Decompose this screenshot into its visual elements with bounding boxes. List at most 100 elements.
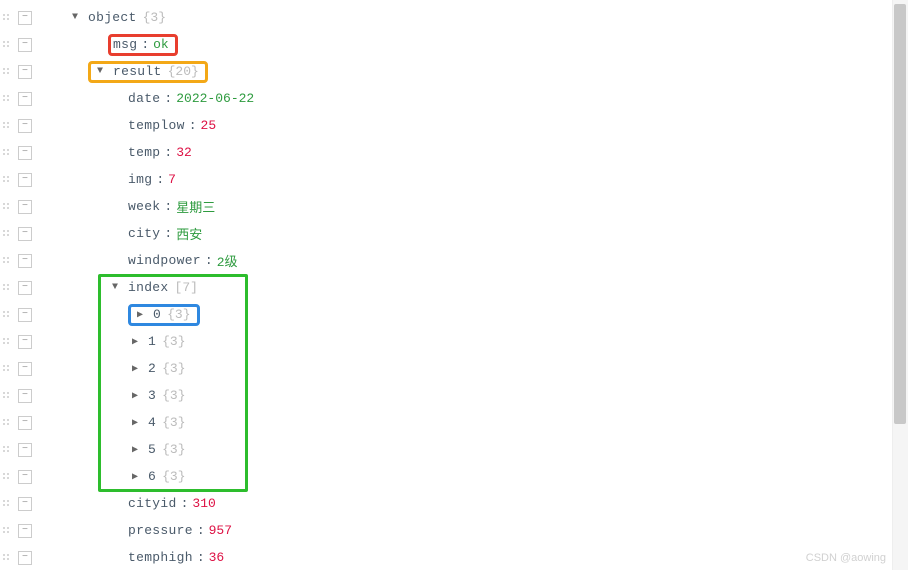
collapse-toggle[interactable]: − xyxy=(18,254,32,268)
collapse-toggle[interactable]: − xyxy=(18,443,32,457)
node-key: city xyxy=(128,226,160,241)
node-key: result xyxy=(113,64,162,79)
node-value: 2022-06-22 xyxy=(176,91,254,106)
watermark: CSDN @aowing xyxy=(806,552,886,564)
drag-handle-icon[interactable] xyxy=(0,551,14,565)
node-meta: {3} xyxy=(162,388,185,403)
drag-handle-icon[interactable] xyxy=(0,335,14,349)
node-value: 西安 xyxy=(176,224,202,243)
tree-row-root: − ▼ object {3} xyxy=(0,4,908,31)
collapse-toggle[interactable]: − xyxy=(18,200,32,214)
collapse-toggle[interactable]: − xyxy=(18,470,32,484)
collapse-toggle[interactable]: − xyxy=(18,227,32,241)
drag-handle-icon[interactable] xyxy=(0,281,14,295)
collapse-toggle[interactable]: − xyxy=(18,497,32,511)
collapse-toggle[interactable]: − xyxy=(18,335,32,349)
node-value: 2级 xyxy=(217,251,238,270)
tree-row-field: −cityid:310 xyxy=(0,490,908,517)
chevron-right-icon[interactable]: ▶ xyxy=(128,363,142,375)
drag-handle-icon[interactable] xyxy=(0,65,14,79)
node-meta: {3} xyxy=(162,334,185,349)
drag-handle-icon[interactable] xyxy=(0,308,14,322)
drag-handle-icon[interactable] xyxy=(0,11,14,25)
drag-handle-icon[interactable] xyxy=(0,389,14,403)
node-value: ok xyxy=(153,37,169,52)
drag-handle-icon[interactable] xyxy=(0,38,14,52)
chevron-down-icon[interactable]: ▼ xyxy=(108,282,122,293)
chevron-right-icon[interactable]: ▶ xyxy=(128,444,142,456)
tree-row-field: −windpower:2级 xyxy=(0,247,908,274)
scrollbar-thumb[interactable] xyxy=(894,4,906,424)
tree-row-field: −date:2022-06-22 xyxy=(0,85,908,112)
tree-row-field: −city:西安 xyxy=(0,220,908,247)
tree-row-field: −pressure:957 xyxy=(0,517,908,544)
drag-handle-icon[interactable] xyxy=(0,362,14,376)
drag-handle-icon[interactable] xyxy=(0,416,14,430)
node-key: index xyxy=(128,280,169,295)
node-meta: {20} xyxy=(168,64,199,79)
collapse-toggle[interactable]: − xyxy=(18,308,32,322)
chevron-right-icon[interactable]: ▶ xyxy=(128,390,142,402)
collapse-toggle[interactable]: − xyxy=(18,389,32,403)
node-value: 957 xyxy=(209,523,232,538)
tree-row-index: − ▼ index [7] xyxy=(0,274,908,301)
node-value: 星期三 xyxy=(176,197,215,216)
tree-row-field: −week:星期三 xyxy=(0,193,908,220)
drag-handle-icon[interactable] xyxy=(0,524,14,538)
node-value: 36 xyxy=(209,550,225,565)
collapse-toggle[interactable]: − xyxy=(18,65,32,79)
node-key: 3 xyxy=(148,388,156,403)
node-meta: {3} xyxy=(167,307,190,322)
tree-row-field: −temphigh:36 xyxy=(0,544,908,570)
collapse-toggle[interactable]: − xyxy=(18,146,32,160)
drag-handle-icon[interactable] xyxy=(0,119,14,133)
drag-handle-icon[interactable] xyxy=(0,200,14,214)
tree-row-index-item: −▶6{3} xyxy=(0,463,908,490)
scrollbar[interactable] xyxy=(892,0,908,570)
drag-handle-icon[interactable] xyxy=(0,470,14,484)
collapse-toggle[interactable]: − xyxy=(18,38,32,52)
drag-handle-icon[interactable] xyxy=(0,146,14,160)
chevron-right-icon[interactable]: ▶ xyxy=(128,471,142,483)
collapse-toggle[interactable]: − xyxy=(18,551,32,565)
collapse-toggle[interactable]: − xyxy=(18,524,32,538)
collapse-toggle[interactable]: − xyxy=(18,119,32,133)
tree-row-index-item: −▶2{3} xyxy=(0,355,908,382)
collapse-toggle[interactable]: − xyxy=(18,11,32,25)
tree-row-field: −temp:32 xyxy=(0,139,908,166)
chevron-down-icon[interactable]: ▼ xyxy=(68,12,82,23)
chevron-right-icon[interactable]: ▶ xyxy=(128,417,142,429)
chevron-right-icon[interactable]: ▶ xyxy=(128,336,142,348)
tree-row-index-item: −▶0{3} xyxy=(0,301,908,328)
node-value: 7 xyxy=(168,172,176,187)
node-value: 32 xyxy=(176,145,192,160)
tree-row-field: −img:7 xyxy=(0,166,908,193)
node-meta: {3} xyxy=(162,469,185,484)
drag-handle-icon[interactable] xyxy=(0,443,14,457)
collapse-toggle[interactable]: − xyxy=(18,281,32,295)
json-tree: − ▼ object {3} − msg : ok − xyxy=(0,0,908,570)
node-meta: {3} xyxy=(143,10,166,25)
tree-row-result: − ▼ result {20} xyxy=(0,58,908,85)
drag-handle-icon[interactable] xyxy=(0,173,14,187)
drag-handle-icon[interactable] xyxy=(0,497,14,511)
collapse-toggle[interactable]: − xyxy=(18,416,32,430)
collapse-toggle[interactable]: − xyxy=(18,92,32,106)
node-key: date xyxy=(128,91,160,106)
drag-handle-icon[interactable] xyxy=(0,254,14,268)
node-key: week xyxy=(128,199,160,214)
drag-handle-icon[interactable] xyxy=(0,92,14,106)
node-meta: {3} xyxy=(162,361,185,376)
tree-row-field: −templow:25 xyxy=(0,112,908,139)
node-key: temp xyxy=(128,145,160,160)
node-value: 310 xyxy=(192,496,215,511)
highlight-orange: ▼ result {20} xyxy=(88,61,208,83)
node-value: 25 xyxy=(201,118,217,133)
node-key: 5 xyxy=(148,442,156,457)
node-key: windpower xyxy=(128,253,201,268)
collapse-toggle[interactable]: − xyxy=(18,173,32,187)
chevron-right-icon[interactable]: ▶ xyxy=(133,309,147,321)
chevron-down-icon[interactable]: ▼ xyxy=(93,66,107,77)
drag-handle-icon[interactable] xyxy=(0,227,14,241)
collapse-toggle[interactable]: − xyxy=(18,362,32,376)
